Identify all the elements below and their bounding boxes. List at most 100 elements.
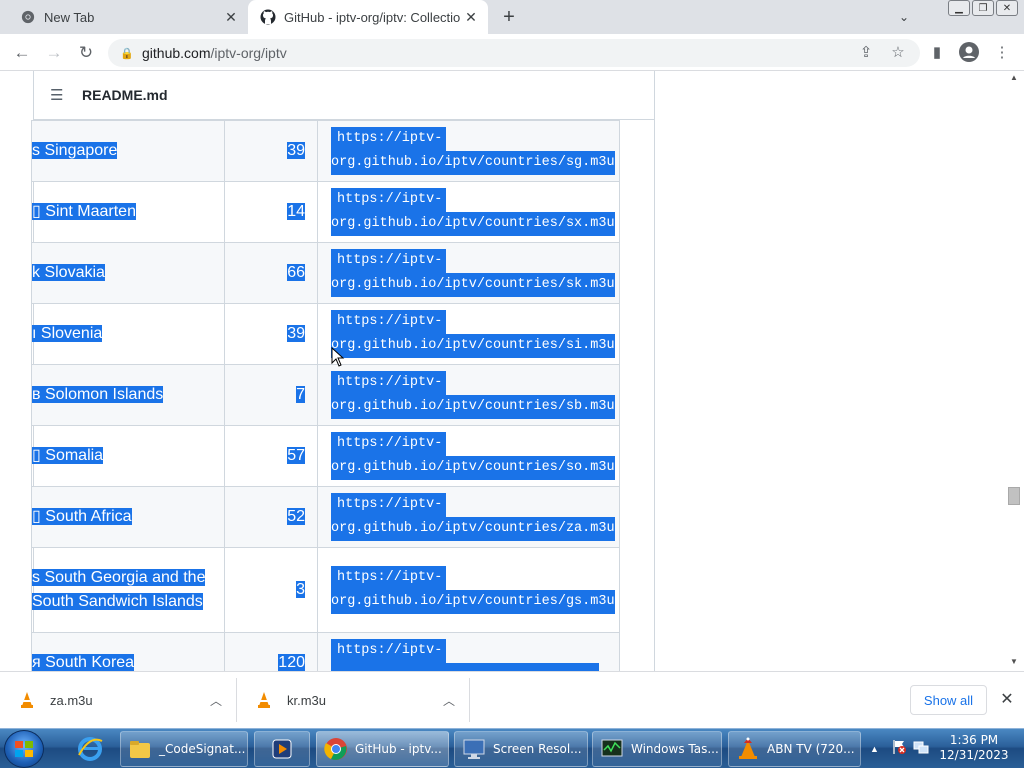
table-row: s Singapore 39 https://iptv-org.github.io/… bbox=[31, 120, 620, 182]
country-name[interactable]: Slovenia bbox=[40, 325, 103, 342]
flag-glyph: я bbox=[32, 654, 41, 671]
playlist-link[interactable]: https://iptv- bbox=[331, 310, 447, 334]
table-row: k Slovakia 66 https://iptv-org.github.io/i… bbox=[31, 242, 620, 304]
playlist-link[interactable]: https://iptv- bbox=[331, 432, 447, 456]
share-icon[interactable]: ⇪ bbox=[855, 41, 877, 63]
bookmark-star-icon[interactable]: ☆ bbox=[887, 41, 909, 63]
playlist-link[interactable]: https://iptv- bbox=[331, 493, 447, 517]
lock-icon: 🔒 bbox=[120, 47, 134, 60]
playlist-url-cell: https://iptv-org.github.io/iptv/countrie… bbox=[317, 303, 620, 365]
playlist-link[interactable]: org.github.io/iptv/countries/sx.m3u bbox=[331, 212, 615, 236]
taskbar-item[interactable]: ABN TV (720... bbox=[728, 731, 861, 767]
table-row: s South Georgia and the South Sandwich I… bbox=[31, 547, 620, 633]
table-row: в Solomon Islands 7 https://iptv-org.githu… bbox=[31, 364, 620, 426]
profile-icon[interactable] bbox=[958, 41, 980, 63]
playlist-link[interactable]: org.github.io/iptv/countries/za.m3u bbox=[331, 517, 615, 541]
taskbar-item[interactable]: Windows Tas... bbox=[592, 731, 722, 767]
vlc-file-icon bbox=[18, 691, 36, 709]
country-name[interactable]: South Africa bbox=[45, 508, 132, 525]
tray-expand-icon[interactable]: ▲ bbox=[870, 744, 879, 754]
chevron-down-icon[interactable]: ⌄ bbox=[894, 8, 914, 26]
mouse-cursor-icon bbox=[331, 347, 345, 367]
taskbar-item[interactable]: _CodeSignat... bbox=[120, 731, 248, 767]
playlist-link[interactable]: https://iptv- bbox=[331, 249, 447, 273]
playlist-url-cell: https://iptv-org.github.io/iptv/countrie… bbox=[317, 486, 620, 548]
side-panel-icon[interactable]: ▮ bbox=[926, 41, 948, 63]
close-icon[interactable]: ✕ bbox=[220, 6, 242, 28]
playlist-link[interactable]: org.github.io/iptv/countries/si.m3u bbox=[331, 334, 615, 358]
flag-error-icon[interactable] bbox=[891, 739, 907, 760]
new-tab-button[interactable]: + bbox=[498, 6, 520, 28]
flag-glyph: ▯ bbox=[32, 203, 41, 220]
chevron-up-icon[interactable]: ︿ bbox=[443, 692, 455, 709]
tab-new-tab[interactable]: New Tab ✕ bbox=[8, 0, 248, 34]
country-name[interactable]: Somalia bbox=[45, 447, 104, 464]
channel-count-cell: 39 bbox=[224, 303, 318, 365]
playlist-link[interactable]: org.github.io/iptv/countries/sb.m3u bbox=[331, 395, 615, 419]
task-manager-icon bbox=[599, 736, 625, 762]
taskbar-item[interactable]: GitHub - iptv... bbox=[316, 731, 449, 767]
country-name[interactable]: Singapore bbox=[44, 142, 118, 159]
playlist-link[interactable]: https://iptv- bbox=[331, 566, 447, 590]
browser-toolbar: ← → ↻ 🔒 github.com/iptv-org/iptv ⇪ ☆ ▮ ⋮ bbox=[0, 34, 1024, 71]
scroll-up-arrow[interactable]: ▲ bbox=[1010, 73, 1018, 82]
country-name[interactable]: Solomon Islands bbox=[44, 386, 164, 403]
close-icon[interactable]: ✕ bbox=[460, 6, 482, 28]
show-all-button[interactable]: Show all bbox=[910, 685, 987, 715]
playlist-link[interactable]: https://iptv- bbox=[331, 371, 447, 395]
tab-label: New Tab bbox=[44, 9, 95, 25]
playlist-link[interactable]: org.github.io/iptv/countries/sg.m3u bbox=[331, 151, 615, 175]
tab-label: GitHub - iptv-org/iptv: Collectior bbox=[284, 9, 460, 25]
download-item[interactable]: za.m3u ︿ bbox=[0, 680, 236, 720]
chrome-icon bbox=[323, 736, 349, 762]
back-icon[interactable]: ← bbox=[10, 41, 34, 65]
flag-glyph: s bbox=[32, 569, 40, 586]
restore-icon[interactable]: ❐ bbox=[972, 0, 994, 16]
country-name[interactable]: Sint Maarten bbox=[45, 203, 136, 220]
minimize-icon[interactable]: ▁ bbox=[948, 0, 970, 16]
system-clock[interactable]: 1:36 PM 12/31/2023 bbox=[936, 733, 1012, 763]
playlist-link[interactable]: org.github.io/iptv/countries/so.m3u bbox=[331, 456, 615, 480]
media-player-icon bbox=[269, 736, 295, 762]
country-name[interactable]: South Korea bbox=[45, 654, 135, 671]
country-name[interactable]: Slovakia bbox=[44, 264, 105, 281]
flag-glyph: s bbox=[32, 142, 40, 159]
table-row: ▯ South Africa 52 https://iptv-org.github.… bbox=[31, 486, 620, 548]
taskbar-item[interactable]: Screen Resol... bbox=[454, 731, 588, 767]
close-window-icon[interactable]: ✕ bbox=[996, 0, 1018, 16]
playlist-link[interactable] bbox=[331, 663, 599, 671]
tab-github[interactable]: GitHub - iptv-org/iptv: Collectior ✕ bbox=[248, 0, 488, 34]
network-icon[interactable] bbox=[913, 739, 929, 760]
close-icon[interactable]: ✕ bbox=[997, 689, 1017, 709]
countries-table: s Singapore 39 https://iptv-org.github.io/… bbox=[31, 120, 620, 671]
taskbar-item[interactable] bbox=[254, 731, 310, 767]
scrollbar-thumb[interactable] bbox=[1008, 487, 1020, 505]
chrome-icon bbox=[20, 9, 36, 25]
channel-count: 39 bbox=[287, 142, 305, 159]
chevron-up-icon[interactable]: ︿ bbox=[210, 692, 222, 709]
playlist-link[interactable]: org.github.io/iptv/countries/sk.m3u bbox=[331, 273, 615, 297]
start-button[interactable] bbox=[4, 730, 44, 768]
country-name[interactable]: South Georgia and the South Sandwich Isl… bbox=[32, 569, 206, 610]
country-cell: в Solomon Islands bbox=[31, 364, 225, 426]
country-cell: ▯ Somalia bbox=[31, 425, 225, 487]
channel-count: 120 bbox=[278, 654, 305, 671]
reload-icon[interactable]: ↻ bbox=[74, 41, 98, 65]
internet-explorer-icon[interactable] bbox=[70, 731, 110, 767]
scroll-down-arrow[interactable]: ▼ bbox=[1010, 657, 1018, 666]
list-icon[interactable]: ☰ bbox=[50, 86, 66, 104]
download-filename: kr.m3u bbox=[287, 692, 327, 708]
address-bar[interactable]: 🔒 github.com/iptv-org/iptv bbox=[108, 39, 920, 67]
playlist-link[interactable]: https://iptv- bbox=[331, 188, 447, 212]
playlist-url-cell: https://iptv-org.github.io/iptv/countrie… bbox=[317, 242, 620, 304]
table-row: ı Slovenia 39 https://iptv-org.github.io/i… bbox=[31, 303, 620, 365]
menu-kebab-icon[interactable]: ⋮ bbox=[991, 41, 1013, 63]
windows-logo-icon bbox=[15, 741, 33, 757]
downloads-bar: za.m3u ︿ kr.m3u ︿ Show all ✕ bbox=[0, 671, 1024, 728]
channel-count-cell: 57 bbox=[224, 425, 318, 487]
playlist-link[interactable]: https://iptv- bbox=[331, 127, 447, 151]
playlist-link[interactable]: https://iptv- bbox=[331, 639, 447, 663]
forward-icon[interactable]: → bbox=[42, 41, 66, 65]
download-item[interactable]: kr.m3u ︿ bbox=[237, 680, 469, 720]
playlist-link[interactable]: org.github.io/iptv/countries/gs.m3u bbox=[331, 590, 615, 614]
